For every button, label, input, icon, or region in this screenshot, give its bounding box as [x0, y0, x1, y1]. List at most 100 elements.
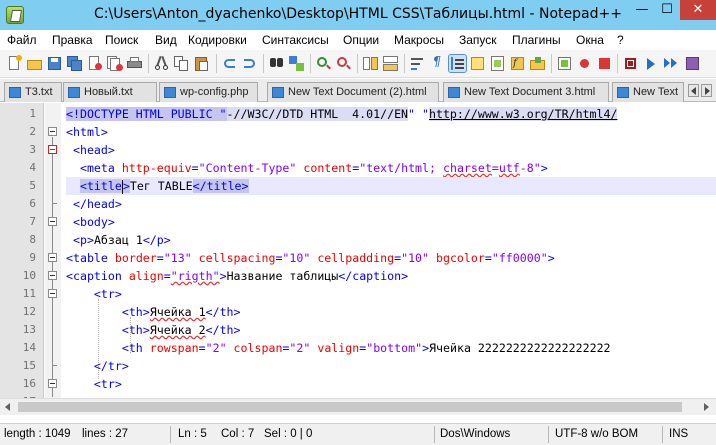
meta-attr-http-equiv: http-equiv [121, 161, 192, 175]
horizontal-scrollbar[interactable] [0, 398, 716, 415]
menu-plugins[interactable]: Плагины [512, 33, 561, 47]
replace-icon[interactable] [288, 55, 305, 72]
close-all-icon[interactable] [106, 55, 123, 72]
document-map-icon[interactable] [489, 55, 506, 72]
th-tag-bracket: > [422, 341, 430, 355]
status-divider [662, 426, 663, 443]
fold-toggle-icon[interactable] [48, 379, 57, 388]
zoom-in-icon[interactable] [315, 55, 332, 72]
menu-encoding[interactable]: Кодировки [188, 33, 247, 47]
menu-search[interactable]: Поиск [105, 33, 138, 47]
tab-label: New Text Document (2).html [288, 86, 427, 98]
tab-new-text-document-2[interactable]: New Text Document (2).html [267, 82, 439, 102]
code-editor[interactable]: 1 2 3 4 5 6 7 8 9 10 11 12 13 14 15 16 1… [0, 103, 716, 398]
indent-guide-icon[interactable] [448, 54, 467, 73]
code-line-9: <table border="13" cellspacing="10" cell… [66, 251, 555, 265]
new-file-icon[interactable] [6, 55, 23, 72]
chevron-right-icon [705, 87, 710, 95]
scrollbar-thumb[interactable] [18, 402, 682, 412]
status-column: Col : 7 [221, 428, 255, 440]
menu-edit[interactable]: Правка [52, 33, 93, 47]
toolbar-separator [310, 54, 311, 73]
th-attr-valign: valign [310, 341, 360, 355]
save-icon[interactable] [46, 55, 63, 72]
redo-icon[interactable] [241, 55, 258, 72]
zoom-out-icon[interactable] [335, 55, 352, 72]
caption-val-align: "rigth" [170, 269, 220, 283]
paste-icon[interactable] [193, 55, 210, 72]
menu-file[interactable]: Файл [7, 33, 37, 47]
sync-vertical-icon[interactable] [362, 55, 379, 72]
status-insert-mode[interactable]: INS [669, 428, 688, 440]
run-macro-multiple-icon[interactable] [662, 55, 679, 72]
tab-scroll-left-button[interactable] [688, 84, 699, 97]
toolbar-separator [263, 54, 264, 73]
tab-label: T3.txt [25, 86, 53, 98]
th-text: Ячейка 2222222222222222222 [429, 341, 611, 355]
status-eol-format[interactable]: Dos\Windows [440, 428, 510, 440]
menu-bar: Файл Правка Поиск Вид Кодировки Синтакси… [0, 30, 716, 50]
tab-new-text-document-3[interactable]: New Text Document 3.html [443, 82, 609, 102]
function-list-icon[interactable]: f [509, 55, 526, 72]
fold-toggle-icon[interactable] [48, 217, 57, 226]
toolbar-separator [551, 54, 552, 73]
scroll-right-icon[interactable] [704, 403, 709, 411]
file-saved-icon [164, 87, 176, 98]
stop-macro-icon[interactable] [622, 55, 639, 72]
fold-toggle-icon[interactable] [48, 253, 57, 262]
monitoring-icon[interactable] [556, 55, 573, 72]
doctype-url[interactable]: http://www.w3.org/TR/html4/ [428, 107, 618, 121]
menu-run[interactable]: Запуск [459, 33, 497, 47]
toolbar: ¶ f [0, 50, 716, 78]
tab-wp-config[interactable]: wp-config.php [159, 82, 258, 102]
print-icon[interactable] [126, 55, 143, 72]
menu-view[interactable]: Вид [155, 33, 177, 47]
cut-icon[interactable] [153, 55, 170, 72]
fold-guide [52, 137, 53, 397]
record-macro-icon[interactable] [596, 55, 613, 72]
line-number: 6 [29, 197, 36, 210]
scroll-left-icon[interactable] [5, 403, 10, 411]
user-defined-language-icon[interactable] [469, 55, 486, 72]
fold-toggle-icon[interactable] [48, 289, 57, 298]
code-line-3: <head> [66, 141, 716, 159]
menu-window[interactable]: Окна [576, 33, 604, 47]
copy-icon[interactable] [173, 55, 190, 72]
save-macro-icon[interactable] [684, 55, 701, 72]
toolbar-separator [404, 54, 405, 73]
undo-icon[interactable] [221, 55, 238, 72]
sync-horizontal-icon[interactable] [382, 55, 399, 72]
menu-help[interactable]: ? [617, 33, 624, 47]
play-macro-icon[interactable] [642, 55, 659, 72]
status-encoding[interactable]: UTF-8 w/o BOM [555, 428, 638, 440]
code-line-11: <tr> [66, 285, 716, 303]
fold-toggle-icon[interactable] [48, 127, 57, 136]
tab-new-text[interactable]: New Text [612, 82, 684, 102]
table-attr-cellpadding: cellpadding [310, 251, 395, 265]
code-line-5-current: <title>Тег TABLE</title> [66, 177, 716, 195]
show-all-characters-icon[interactable]: ¶ [429, 55, 446, 72]
record-macro-icon[interactable] [576, 55, 593, 72]
code-line-10: <caption align="rigth">Название таблицы<… [66, 269, 409, 283]
p-close-tag: </p> [142, 233, 171, 247]
tab-noviy[interactable]: Новый.txt [63, 82, 157, 102]
tab-label: New Text Document 3.html [464, 86, 596, 98]
fold-toggle-icon[interactable] [48, 145, 57, 154]
open-file-icon[interactable] [26, 55, 43, 72]
close-button[interactable]: ✕ [680, 0, 716, 20]
maximize-button[interactable]: ☐ [655, 0, 679, 20]
minimize-button[interactable]: — [630, 0, 654, 20]
tab-scroll-right-button[interactable] [701, 84, 712, 97]
close-file-icon[interactable] [86, 55, 103, 72]
save-all-icon[interactable] [66, 55, 83, 72]
code-area[interactable]: <!DOCTYPE HTML PUBLIC "-//W3C//DTD HTML … [66, 103, 716, 398]
tr-open-tag: <tr> [93, 287, 122, 301]
word-wrap-icon[interactable] [409, 55, 426, 72]
folder-as-workspace-icon[interactable] [529, 55, 546, 72]
menu-settings[interactable]: Опции [343, 33, 379, 47]
menu-macro[interactable]: Макросы [394, 33, 444, 47]
menu-syntax[interactable]: Синтаксисы [262, 33, 329, 47]
fold-toggle-icon[interactable] [48, 271, 57, 280]
tab-t3[interactable]: T3.txt [4, 82, 62, 102]
find-icon[interactable] [268, 55, 285, 72]
